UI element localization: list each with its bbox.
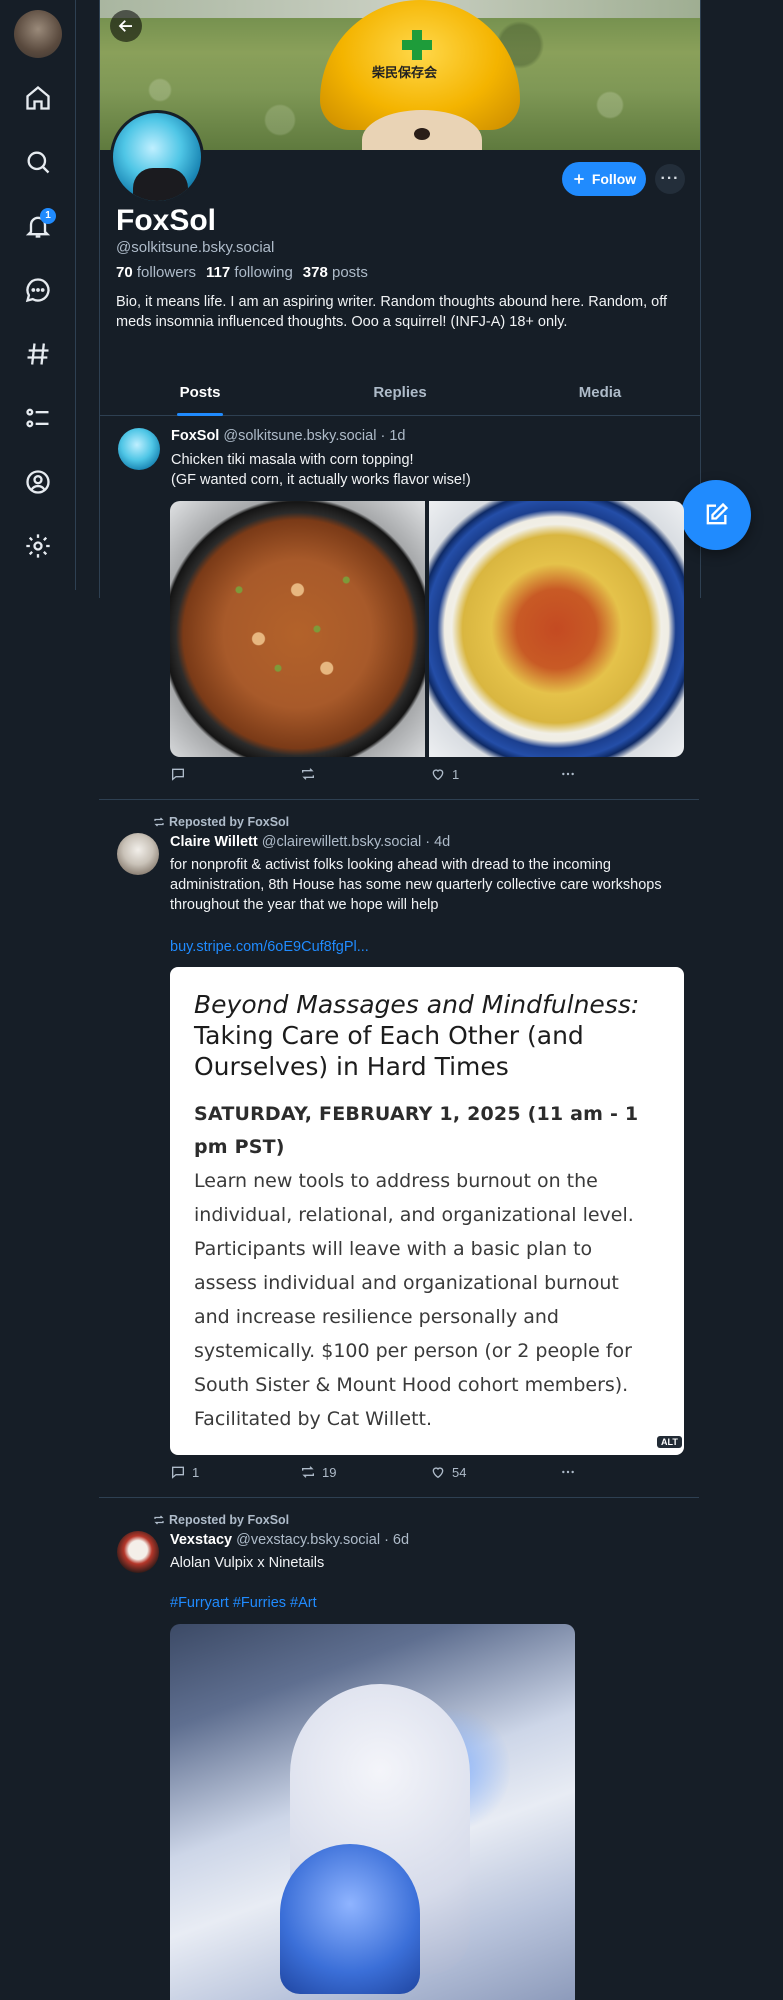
reply-button[interactable] xyxy=(170,766,192,782)
left-nav: 1 xyxy=(0,0,76,590)
home-icon xyxy=(26,85,50,110)
search-nav-button[interactable] xyxy=(18,142,58,182)
current-user-avatar[interactable] xyxy=(14,10,62,58)
repost-icon xyxy=(302,1466,314,1478)
post-image-gallery[interactable] xyxy=(170,501,684,757)
settings-icon xyxy=(26,534,50,558)
repost-button[interactable] xyxy=(300,766,322,782)
ellipsis-icon xyxy=(562,772,574,776)
posts-stat: 378 posts xyxy=(302,264,368,281)
feeds-nav-button[interactable] xyxy=(18,334,58,374)
post-header: Claire Willett @clairewillett.bsky.socia… xyxy=(170,834,450,850)
post-image-card[interactable]: Beyond Massages and Mindfulness: Taking … xyxy=(170,967,684,1455)
plus-icon xyxy=(574,174,584,184)
profile-avatar[interactable] xyxy=(110,110,204,204)
post-author-avatar[interactable] xyxy=(118,428,160,470)
post-meta[interactable]: @vexstacy.bsky.social · 6d xyxy=(236,1532,409,1548)
post-author-avatar[interactable] xyxy=(117,833,159,875)
post-text: Chicken tiki masala with corn topping! (… xyxy=(171,452,471,488)
post-actions: 1 xyxy=(170,766,600,786)
tab-media[interactable]: Media xyxy=(500,372,700,415)
arrow-left-icon xyxy=(118,20,132,32)
repost-icon xyxy=(154,1515,164,1525)
profile-feed: 1 Reposted by FoxSol Claire Willett @cla… xyxy=(99,501,701,2000)
repost-button[interactable]: 19 xyxy=(300,1464,336,1480)
tab-replies[interactable]: Replies xyxy=(300,372,500,415)
compose-icon xyxy=(706,502,729,525)
green-cross-icon xyxy=(402,30,432,60)
compose-button[interactable] xyxy=(681,480,751,550)
post-actions: 1 19 54 xyxy=(170,1464,600,1484)
profile-tabs: Posts Replies Media xyxy=(100,372,700,416)
follow-button[interactable]: Follow xyxy=(562,162,646,196)
card-body: Learn new tools to address burnout on th… xyxy=(194,1170,634,1430)
banner-helmet-text: 柴民保存会 xyxy=(372,65,438,80)
reply-button[interactable]: 1 xyxy=(170,1464,199,1480)
ellipsis-icon xyxy=(562,1470,574,1474)
post-divider xyxy=(99,1497,699,1498)
ellipsis-icon: ··· xyxy=(660,170,680,187)
post-image-masala-plate[interactable] xyxy=(429,501,684,757)
post-meta[interactable]: @solkitsune.bsky.social · 1d xyxy=(223,428,405,444)
chat-nav-button[interactable] xyxy=(18,270,58,310)
post-hashtags[interactable]: #Furryart #Furries #Art xyxy=(170,1593,680,1613)
post-image-vulpix-art[interactable] xyxy=(170,1624,575,2000)
post-author-name[interactable]: Vexstacy xyxy=(170,1532,232,1548)
profile-handle: @solkitsune.bsky.social xyxy=(116,239,275,256)
profile-more-button[interactable]: ··· xyxy=(655,164,685,194)
settings-nav-button[interactable] xyxy=(18,526,58,566)
card-title: Beyond Massages and Mindfulness: Taking … xyxy=(194,990,640,1081)
follow-label: Follow xyxy=(591,171,637,187)
post-divider xyxy=(99,799,699,800)
card-date: SATURDAY, FEBRUARY 1, 2025 (11 am - 1 pm… xyxy=(194,1103,639,1158)
post-meta[interactable]: @clairewillett.bsky.social · 4d xyxy=(262,834,451,850)
home-nav-button[interactable] xyxy=(18,78,58,118)
post-text: Alolan Vulpix x Ninetails xyxy=(170,1555,325,1571)
heart-icon xyxy=(432,1467,444,1479)
like-button[interactable]: 1 xyxy=(430,766,459,782)
post-author-avatar[interactable] xyxy=(117,1531,159,1573)
heart-icon xyxy=(432,769,444,781)
post-more-button[interactable] xyxy=(560,1464,576,1480)
repost-indicator[interactable]: Reposted by FoxSol xyxy=(153,1513,289,1527)
post-author-name[interactable]: Claire Willett xyxy=(170,834,258,850)
post-header: Vexstacy @vexstacy.bsky.social · 6d xyxy=(170,1532,409,1548)
repost-icon xyxy=(154,817,164,827)
post-text: for nonprofit & activist folks looking a… xyxy=(170,857,662,913)
search-icon xyxy=(27,151,50,174)
tab-posts[interactable]: Posts xyxy=(100,372,300,415)
profile-nav-button[interactable] xyxy=(18,462,58,502)
profile-bio: Bio, it means life. I am an aspiring wri… xyxy=(116,294,668,330)
post-header: FoxSol @solkitsune.bsky.social · 1d xyxy=(171,428,405,444)
profile-stats: 70 followers 117 following 378 posts xyxy=(116,264,368,281)
post-image-masala-pan[interactable] xyxy=(170,501,425,757)
reply-icon xyxy=(172,1466,184,1479)
followers-stat[interactable]: 70 followers xyxy=(116,264,196,281)
repost-icon xyxy=(302,768,314,780)
hashtag-icon xyxy=(27,343,49,365)
back-button[interactable] xyxy=(110,10,142,42)
lists-nav-button[interactable] xyxy=(18,398,58,438)
post-author-name[interactable]: FoxSol xyxy=(171,428,219,444)
list-icon xyxy=(26,408,49,428)
like-button[interactable]: 54 xyxy=(430,1464,466,1480)
profile-display-name: FoxSol xyxy=(116,204,217,237)
post-more-button[interactable] xyxy=(560,766,576,782)
notifications-nav-button[interactable]: 1 xyxy=(18,206,58,246)
notifications-badge: 1 xyxy=(40,208,56,224)
post-link[interactable]: buy.stripe.com/6oE9Cuf8fgPl... xyxy=(170,937,680,957)
reply-icon xyxy=(172,768,184,781)
profile-icon xyxy=(26,470,50,494)
alt-badge[interactable]: ALT xyxy=(657,1436,682,1448)
chat-icon xyxy=(25,278,50,303)
repost-indicator[interactable]: Reposted by FoxSol xyxy=(153,815,289,829)
following-stat[interactable]: 117 following xyxy=(206,264,293,281)
